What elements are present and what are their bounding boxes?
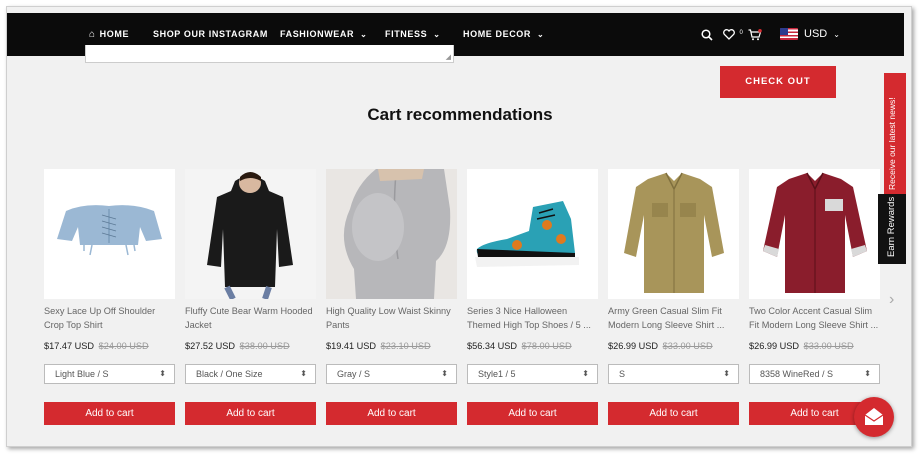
wishlist-count: 0: [739, 30, 743, 36]
us-flag-icon[interactable]: [780, 28, 798, 40]
original-price: $33.00 USD: [803, 341, 854, 351]
add-to-cart-button[interactable]: Add to cart: [185, 402, 316, 425]
section-title: Cart recommendations: [367, 105, 553, 124]
variant-value: 8358 WineRed / S: [760, 369, 834, 379]
product-name[interactable]: High Quality Low Waist Skinny Pants: [326, 305, 457, 333]
sale-price: $17.47 USD: [44, 341, 95, 351]
newsletter-tab-label: Receive our latest news!: [887, 97, 897, 190]
home-icon: ⌂: [89, 29, 96, 40]
product-name[interactable]: Series 3 Nice Halloween Themed High Top …: [467, 305, 598, 333]
nav-home-decor-label: HOME DECOR: [463, 29, 532, 39]
variant-select[interactable]: Style1 / 5 ⬍: [467, 364, 598, 384]
select-arrows-icon: ⬍: [864, 369, 871, 378]
cart-note-textarea[interactable]: ◢: [85, 45, 454, 63]
sale-price: $27.52 USD: [185, 341, 236, 351]
product-price: $27.52 USD $38.00 USD: [185, 341, 290, 351]
product-name[interactable]: Fluffy Cute Bear Warm Hooded Jacket: [185, 305, 316, 333]
original-price: $78.00 USD: [521, 341, 572, 351]
sale-price: $26.99 USD: [749, 341, 800, 351]
add-to-cart-button[interactable]: Add to cart: [44, 402, 175, 425]
currency-label: USD: [804, 28, 828, 40]
cart-icon[interactable]: [748, 13, 762, 56]
original-price: $38.00 USD: [239, 341, 290, 351]
carousel-next-icon[interactable]: ›: [889, 291, 894, 309]
envelope-icon: [864, 408, 884, 425]
product-price: $17.47 USD $24.00 USD: [44, 341, 149, 351]
product-price: $56.34 USD $78.00 USD: [467, 341, 572, 351]
sale-price: $56.34 USD: [467, 341, 518, 351]
chat-button[interactable]: [854, 397, 894, 437]
rewards-tab-label: Earn Rewards: [886, 196, 897, 257]
variant-select[interactable]: S ⬍: [608, 364, 739, 384]
select-arrows-icon: ⬍: [300, 369, 307, 378]
search-icon[interactable]: [701, 13, 713, 56]
chevron-down-icon: ⌄: [537, 30, 545, 39]
nav-home-decor[interactable]: HOME DECOR ⌄: [463, 13, 544, 56]
add-to-cart-button[interactable]: Add to cart: [467, 402, 598, 425]
product-image[interactable]: [44, 169, 175, 299]
variant-select[interactable]: Gray / S ⬍: [326, 364, 457, 384]
product-name[interactable]: Army Green Casual Slim Fit Modern Long S…: [608, 305, 739, 333]
variant-select[interactable]: Light Blue / S ⬍: [44, 364, 175, 384]
product-image[interactable]: [467, 169, 598, 299]
add-to-cart-button[interactable]: Add to cart: [608, 402, 739, 425]
variant-value: Style1 / 5: [478, 369, 516, 379]
wishlist-icon[interactable]: 0: [723, 13, 743, 56]
currency-selector[interactable]: USD ⌄: [804, 13, 840, 56]
variant-value: S: [619, 369, 626, 379]
product-image[interactable]: [185, 169, 316, 299]
select-arrows-icon: ⬍: [582, 369, 589, 378]
chevron-down-icon: ⌄: [360, 30, 368, 39]
product-image[interactable]: [608, 169, 739, 299]
product-price: $19.41 USD $23.10 USD: [326, 341, 431, 351]
nav-fitness-label: FITNESS: [385, 29, 428, 39]
sale-price: $26.99 USD: [608, 341, 659, 351]
original-price: $24.00 USD: [98, 341, 149, 351]
browser-viewport: ⌂ HOME SHOP OUR INSTAGRAM FASHIONWEAR ⌄ FI…: [6, 6, 912, 447]
resize-grip-icon: ◢: [445, 54, 451, 61]
rewards-side-tab[interactable]: Earn Rewards: [878, 194, 906, 264]
product-name[interactable]: Sexy Lace Up Off Shoulder Crop Top Shirt: [44, 305, 175, 333]
product-price: $26.99 USD $33.00 USD: [608, 341, 713, 351]
select-arrows-icon: ⬍: [723, 369, 730, 378]
product-price: $26.99 USD $33.00 USD: [749, 341, 854, 351]
product-name[interactable]: Two Color Accent Casual Slim Fit Modern …: [749, 305, 880, 333]
variant-select[interactable]: Black / One Size ⬍: [185, 364, 316, 384]
nav-shop-instagram-label: SHOP OUR INSTAGRAM: [153, 29, 268, 39]
variant-value: Light Blue / S: [55, 369, 109, 379]
chevron-down-icon: ⌄: [433, 30, 441, 39]
original-price: $33.00 USD: [662, 341, 713, 351]
product-image[interactable]: [326, 169, 457, 299]
original-price: $23.10 USD: [380, 341, 431, 351]
select-arrows-icon: ⬍: [441, 369, 448, 378]
variant-select[interactable]: 8358 WineRed / S ⬍: [749, 364, 880, 384]
sale-price: $19.41 USD: [326, 341, 377, 351]
checkout-button[interactable]: CHECK OUT: [720, 66, 836, 98]
add-to-cart-button[interactable]: Add to cart: [326, 402, 457, 425]
select-arrows-icon: ⬍: [159, 369, 166, 378]
variant-value: Gray / S: [337, 369, 371, 379]
chevron-down-icon: ⌄: [833, 30, 840, 39]
nav-home-label: HOME: [99, 29, 130, 39]
newsletter-side-tab[interactable]: Receive our latest news!: [884, 73, 906, 194]
nav-fashionwear-label: FASHIONWEAR: [280, 29, 355, 39]
product-image[interactable]: [749, 169, 880, 299]
variant-value: Black / One Size: [196, 369, 263, 379]
